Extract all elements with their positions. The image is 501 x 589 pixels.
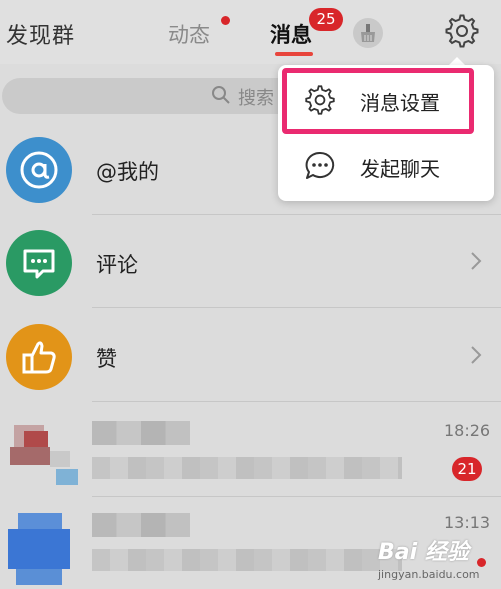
comment-avatar [6, 230, 72, 296]
menu-item-start-chat[interactable]: 发起聊天 [278, 135, 494, 197]
chevron-right-icon [471, 252, 482, 270]
tab-messages[interactable]: 消息 [270, 19, 312, 49]
list-item-comments[interactable]: 评论 [0, 216, 501, 308]
messages-screen: 发现群 动态 消息 25 搜索 @我的 评论 赞 18:26 21 13:13 … [0, 0, 501, 589]
discover-groups-link[interactable]: 发现群 [6, 18, 75, 50]
conversation-time: 18:26 [444, 421, 491, 440]
likes-label: 赞 [96, 347, 117, 371]
comment-icon [23, 249, 55, 279]
divider [92, 307, 501, 308]
watermark-url: jingyan.baidu.com [378, 568, 480, 581]
chat-bubble-icon [305, 151, 335, 179]
broom-icon [361, 24, 375, 42]
chevron-right-icon [471, 346, 482, 364]
comments-label: 评论 [96, 253, 138, 277]
gear-icon [445, 14, 479, 48]
avatar [4, 417, 80, 487]
at-avatar [6, 137, 72, 203]
highlight-box [282, 68, 474, 134]
conversation-preview-blurred [92, 549, 402, 571]
tab-dynamics[interactable]: 动态 [168, 19, 210, 49]
avatar [4, 507, 80, 587]
messages-count-badge: 25 [309, 8, 343, 31]
thumbs-up-icon [22, 341, 56, 374]
settings-gear-button[interactable] [444, 13, 480, 49]
divider [92, 214, 501, 215]
divider [92, 401, 501, 402]
baidu-watermark: Bai 经验 jingyan.baidu.com [378, 530, 498, 588]
search-icon [212, 86, 230, 104]
conversation-name-blurred [92, 513, 190, 537]
clear-unread-button[interactable] [353, 18, 383, 48]
unread-count-badge: 21 [452, 457, 482, 481]
conversation-name-blurred [92, 421, 190, 445]
like-avatar [6, 324, 72, 390]
conversation-preview-blurred [92, 457, 402, 479]
start-chat-label: 发起聊天 [360, 157, 440, 181]
top-bar: 发现群 动态 消息 25 [0, 0, 501, 64]
at-icon [20, 151, 58, 189]
watermark-brand: Bai 经验 [378, 540, 469, 565]
conversation-row[interactable]: 18:26 21 [0, 405, 501, 497]
search-placeholder: 搜索 [238, 88, 274, 109]
active-tab-indicator [275, 52, 313, 56]
list-item-likes[interactable]: 赞 [0, 310, 501, 402]
at-me-label: @我的 [96, 160, 159, 184]
dynamics-unread-dot [221, 16, 230, 25]
